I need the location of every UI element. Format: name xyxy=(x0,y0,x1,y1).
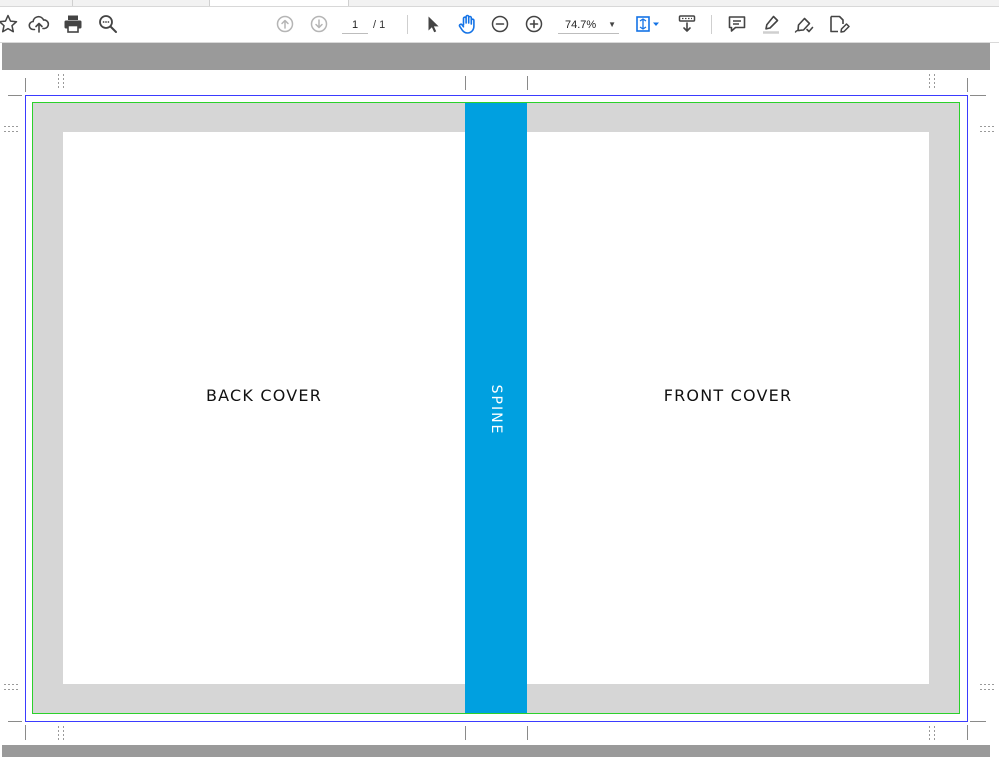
zoom-level-value: 74.7% xyxy=(565,19,597,31)
page-total-label: / 1 xyxy=(373,19,386,31)
cloud-upload-icon[interactable] xyxy=(27,12,51,36)
tab-active[interactable] xyxy=(210,0,349,6)
hand-icon[interactable] xyxy=(455,12,479,36)
back-cover-panel xyxy=(63,132,465,684)
search-icon[interactable] xyxy=(96,12,120,36)
highlight-icon[interactable] xyxy=(759,12,783,36)
fit-page-icon[interactable] xyxy=(633,12,663,36)
zoom-in-icon[interactable] xyxy=(522,12,546,36)
pdf-page[interactable]: BACK COVER FRONT COVER SPINE xyxy=(0,70,999,745)
viewer-background-bottom xyxy=(2,745,990,757)
page-display-icon[interactable] xyxy=(675,12,699,36)
viewer-toolbar: / 1 74.7% ▼ xyxy=(0,7,999,43)
tab-strip xyxy=(0,0,999,7)
viewer-background-top xyxy=(2,43,990,70)
front-cover-label: FRONT COVER xyxy=(663,386,793,405)
edit-pdf-icon[interactable] xyxy=(826,12,850,36)
star-icon[interactable] xyxy=(0,12,20,36)
comment-icon[interactable] xyxy=(725,12,749,36)
select-arrow-icon[interactable] xyxy=(421,12,445,36)
print-icon[interactable] xyxy=(61,12,85,36)
page-up-icon[interactable] xyxy=(273,12,297,36)
zoom-out-icon[interactable] xyxy=(488,12,512,36)
front-cover-panel xyxy=(527,132,929,684)
chevron-down-icon: ▼ xyxy=(608,20,616,29)
spine-label: SPINE xyxy=(488,384,504,436)
back-cover-label: BACK COVER xyxy=(205,386,323,405)
zoom-level-dropdown[interactable]: 74.7% ▼ xyxy=(558,16,619,34)
toolbar-divider xyxy=(407,15,408,34)
page-down-icon[interactable] xyxy=(307,12,331,36)
sign-icon[interactable] xyxy=(792,12,816,36)
tab-middle[interactable] xyxy=(73,0,210,6)
toolbar-divider xyxy=(711,15,712,34)
tab-left[interactable] xyxy=(0,0,73,6)
page-number-input[interactable] xyxy=(342,16,368,34)
